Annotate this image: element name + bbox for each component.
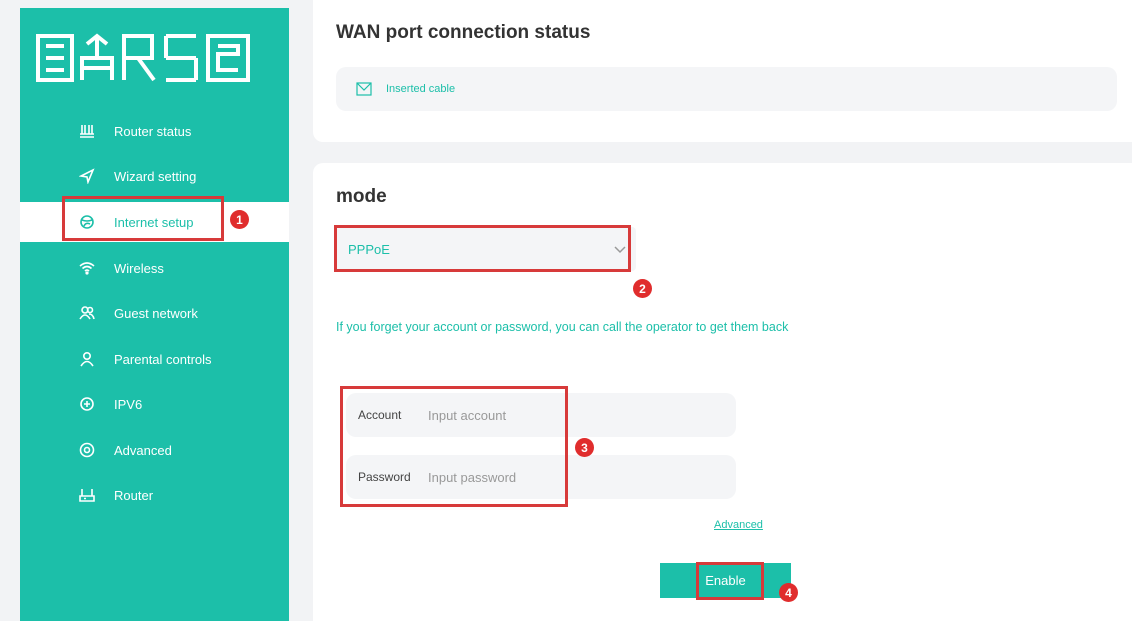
account-label: Account	[358, 408, 402, 422]
sidebar-item-label: Wireless	[114, 260, 164, 276]
sidebar-item-label: Advanced	[114, 442, 172, 458]
sidebar-item-label: Guest network	[114, 305, 198, 321]
sidebar-item-router-status[interactable]: Router status	[20, 111, 289, 151]
sidebar-item-label: Router	[114, 487, 154, 503]
internet-globe-icon	[76, 211, 98, 233]
wan-status-text: Inserted cable	[386, 83, 456, 95]
sidebar-item-label: Parental controls	[114, 351, 212, 367]
navigation-arrow-icon	[76, 165, 98, 187]
wan-status-title: WAN port connection status	[336, 22, 591, 43]
annotation-badge-1: 1	[230, 210, 249, 229]
wan-status-box: Inserted cable	[336, 67, 1117, 111]
sidebar-item-label: IPV6	[114, 396, 143, 412]
mode-select[interactable]: PPPoE	[336, 227, 636, 271]
router-status-icon	[76, 120, 98, 142]
sidebar-item-label: Wizard setting	[114, 168, 197, 184]
advanced-settings-icon	[76, 439, 98, 461]
sidebar-item-label: Router status	[114, 123, 192, 139]
annotation-badge-2: 2	[633, 279, 652, 298]
cable-icon	[356, 82, 372, 96]
account-input[interactable]	[428, 407, 628, 423]
password-input[interactable]	[428, 469, 628, 485]
forgot-password-hint: If you forget your account or password, …	[336, 320, 789, 334]
password-field: Password	[346, 455, 736, 499]
sidebar-item-label: Internet setup	[114, 214, 194, 230]
sidebar-item-advanced[interactable]: Advanced	[20, 430, 289, 470]
sidebar-item-parental-controls[interactable]: Parental controls	[20, 339, 289, 379]
brand-logo	[32, 28, 264, 88]
account-field: Account	[346, 393, 736, 437]
annotation-badge-4: 4	[779, 583, 798, 602]
sidebar-item-router[interactable]: Router	[20, 475, 289, 515]
ipv6-icon	[76, 393, 98, 415]
enable-button[interactable]: Enable	[660, 563, 791, 598]
mode-title: mode	[336, 186, 387, 207]
wifi-icon	[76, 257, 98, 279]
sidebar: Router status Wizard setting Internet se…	[20, 8, 289, 621]
parent-user-icon	[76, 348, 98, 370]
guest-users-icon	[76, 302, 98, 324]
router-icon	[76, 484, 98, 506]
sidebar-item-wireless[interactable]: Wireless	[20, 248, 289, 288]
advanced-link[interactable]: Advanced	[714, 519, 763, 531]
sidebar-item-ipv6[interactable]: IPV6	[20, 384, 289, 424]
annotation-badge-3: 3	[575, 438, 594, 457]
sidebar-item-wizard-setting[interactable]: Wizard setting	[20, 156, 289, 196]
chevron-down-icon	[614, 242, 626, 257]
password-label: Password	[358, 470, 411, 484]
sidebar-item-guest-network[interactable]: Guest network	[20, 293, 289, 333]
mode-selected-value: PPPoE	[348, 241, 390, 257]
